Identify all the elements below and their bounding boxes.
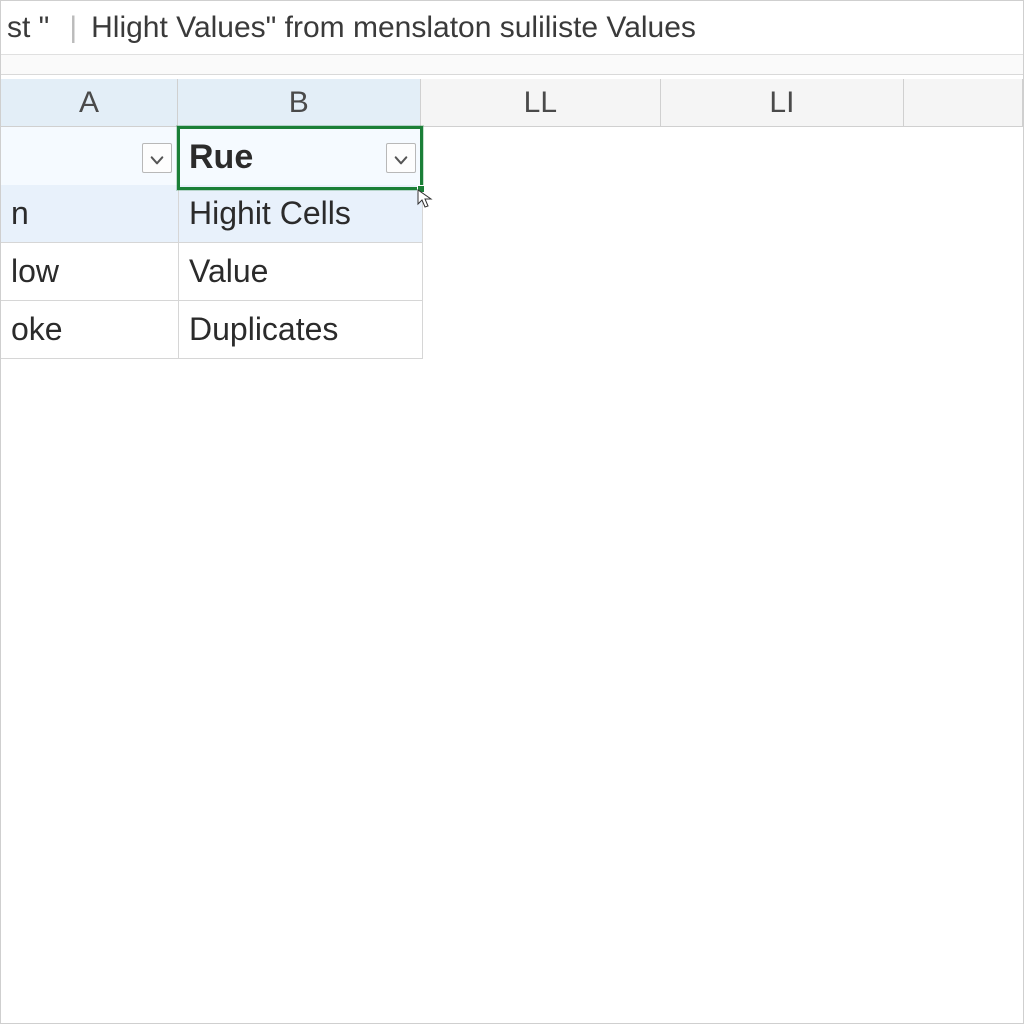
cell-B2-text: Highit Cells: [189, 195, 351, 232]
empty-grid-area[interactable]: [1, 363, 1023, 1023]
table-row: low Value: [1, 243, 1023, 301]
cell-A1[interactable]: [1, 127, 179, 189]
title-divider: |: [59, 11, 87, 45]
cell-A4-text: oke: [11, 311, 63, 348]
cell-B4[interactable]: Duplicates: [179, 301, 423, 359]
chevron-down-icon: [149, 138, 165, 177]
cell-A3[interactable]: low: [1, 243, 179, 301]
cell-A4[interactable]: oke: [1, 301, 179, 359]
table-row: oke Duplicates: [1, 301, 1023, 359]
cell-B3[interactable]: Value: [179, 243, 423, 301]
column-header-B[interactable]: B: [178, 79, 421, 127]
column-header-LI[interactable]: LI: [661, 79, 904, 127]
table-row: n Highit Cells: [1, 185, 1023, 243]
title-text-left: st ": [7, 11, 59, 45]
cell-B1-text: Rue: [189, 138, 253, 177]
cell-B2[interactable]: Highit Cells: [179, 185, 423, 243]
spreadsheet-grid[interactable]: A B LL LI Rue: [1, 79, 1023, 359]
cell-B3-text: Value: [189, 253, 268, 290]
title-bar: st " | Hlight Values" from menslaton sul…: [1, 1, 1023, 55]
title-text-right: Hlight Values" from menslaton suliliste …: [87, 11, 696, 45]
cell-B4-text: Duplicates: [189, 311, 338, 348]
filter-dropdown-A[interactable]: [142, 143, 172, 173]
cell-A3-text: low: [11, 253, 59, 290]
cell-A2[interactable]: n: [1, 185, 179, 243]
column-header-blank[interactable]: [904, 79, 1023, 127]
app-window: st " | Hlight Values" from menslaton sul…: [0, 0, 1024, 1024]
rows: Rue n Highit Cells: [1, 127, 1023, 359]
filter-row: Rue: [1, 127, 1023, 185]
column-headers: A B LL LI: [1, 79, 1023, 127]
fill-handle[interactable]: [417, 185, 425, 193]
ribbon-separator: [1, 55, 1023, 75]
cell-A2-text: n: [11, 195, 29, 232]
filter-dropdown-B[interactable]: [386, 143, 416, 173]
chevron-down-icon: [393, 138, 409, 177]
column-header-A[interactable]: A: [1, 79, 178, 127]
cell-B1[interactable]: Rue: [179, 127, 423, 189]
column-header-LL[interactable]: LL: [421, 79, 662, 127]
